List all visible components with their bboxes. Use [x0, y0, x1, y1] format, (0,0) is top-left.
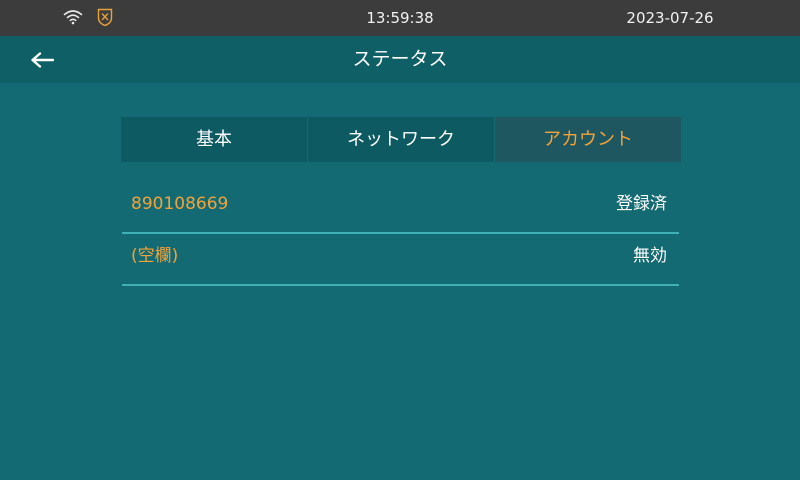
page-title: ステータス — [352, 48, 448, 70]
status-date: 2023-07-26 — [626, 9, 714, 27]
account-status: 登録済 — [616, 194, 667, 214]
status-time: 13:59:38 — [366, 9, 434, 27]
wifi-icon — [63, 9, 83, 25]
tab-bar: 基本 ネットワーク アカウント — [121, 117, 681, 162]
account-number: 890108669 — [131, 194, 229, 214]
tab-account[interactable]: アカウント — [494, 117, 681, 162]
tab-basic[interactable]: 基本 — [121, 117, 307, 162]
shield-icon — [97, 8, 113, 27]
account-row[interactable]: 890108669 登録済 — [122, 182, 679, 234]
back-button[interactable] — [22, 44, 62, 76]
account-row[interactable]: (空欄) 無効 — [122, 234, 679, 286]
account-number: (空欄) — [131, 246, 179, 266]
title-bar: ステータス — [0, 36, 800, 83]
account-status: 無効 — [633, 246, 667, 266]
account-list: 890108669 登録済 (空欄) 無効 — [122, 182, 679, 286]
status-bar: 13:59:38 2023-07-26 — [0, 0, 800, 36]
tab-network[interactable]: ネットワーク — [307, 117, 494, 162]
